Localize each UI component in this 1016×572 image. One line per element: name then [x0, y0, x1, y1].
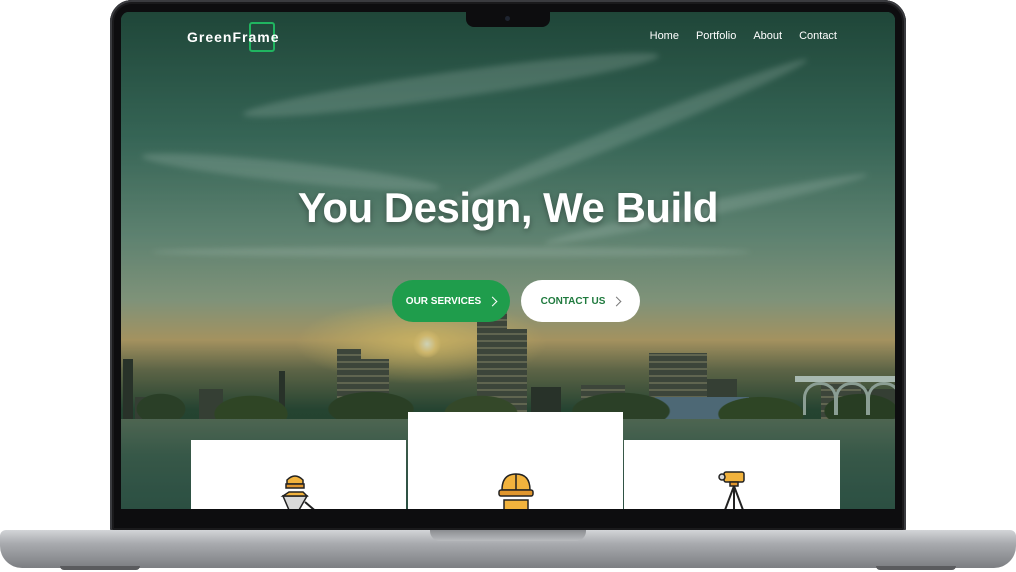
hero-title: You Design, We Build — [297, 184, 719, 231]
chevron-right-icon — [487, 296, 498, 307]
camera-icon — [505, 16, 510, 21]
contact-us-label: CONTACT US — [540, 295, 606, 307]
camera-notch — [466, 12, 550, 27]
service-card[interactable] — [408, 412, 623, 509]
our-services-button[interactable]: OUR SERVICES — [392, 280, 510, 322]
nav-item-home[interactable]: Home — [650, 30, 679, 42]
laptop-foot — [876, 566, 956, 570]
laptop-foot — [60, 566, 140, 570]
service-card[interactable] — [624, 440, 840, 509]
laptop-opening-notch — [430, 530, 586, 541]
service-card[interactable] — [191, 440, 406, 509]
worker-wheelbarrow-icon — [280, 475, 315, 509]
nav-item-portfolio[interactable]: Portfolio — [696, 30, 736, 42]
our-services-label: OUR SERVICES — [405, 295, 482, 307]
surveyor-tripod-icon — [718, 471, 745, 509]
hard-hat-icon — [498, 473, 534, 509]
website-screen: GreenFrame Home Portfolio About Contact … — [121, 12, 895, 509]
brand-logo[interactable]: GreenFrame — [187, 29, 279, 45]
chevron-right-icon — [611, 296, 622, 307]
contact-us-button[interactable]: CONTACT US — [521, 280, 640, 322]
nav-item-about[interactable]: About — [753, 30, 782, 42]
main-nav: Home Portfolio About Contact — [650, 30, 837, 42]
nav-item-contact[interactable]: Contact — [799, 30, 837, 42]
